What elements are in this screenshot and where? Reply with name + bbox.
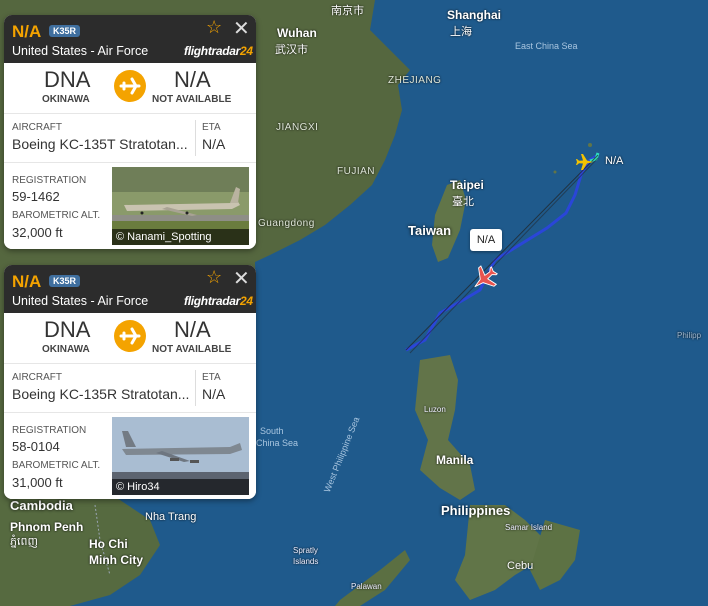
eta-value: N/A xyxy=(202,386,226,402)
eta-label: ETA xyxy=(202,372,221,383)
aircraft-eta-section: AIRCRAFT Boeing KC-135T Stratotan... ETA… xyxy=(4,114,256,163)
city-label-wuhan-zh: 武汉市 xyxy=(275,44,308,56)
photo-credit: © Hiro34 xyxy=(112,479,249,495)
city-label-hochiminh-1: Ho Chi xyxy=(89,537,128,551)
city-label-shanghai: Shanghai xyxy=(447,8,502,22)
callsign: N/A xyxy=(12,272,42,291)
star-outline-icon[interactable]: ☆ xyxy=(206,17,222,38)
destination-name: NOT AVAILABLE xyxy=(152,344,232,355)
aircraft-photo[interactable]: © Nanami_Spotting xyxy=(112,167,249,245)
type-code-badge: K35R xyxy=(49,25,81,37)
eta-label: ETA xyxy=(202,122,221,133)
registration-section: REGISTRATION 58-0104 BAROMETRIC ALT. 31,… xyxy=(4,413,256,499)
registration-section: REGISTRATION 59-1462 BAROMETRIC ALT. 32,… xyxy=(4,163,256,249)
aircraft-label-ne[interactable]: N/A xyxy=(605,155,623,167)
eta-value: N/A xyxy=(202,136,226,152)
island-label-palawan: Palawan xyxy=(351,582,382,591)
province-label-jiangxi: JIANGXI xyxy=(276,122,319,133)
flightradar24-logo: flightradar24 xyxy=(184,44,253,58)
aircraft-eta-section: AIRCRAFT Boeing KC-135R Stratotan... ETA… xyxy=(4,364,256,413)
callsign: N/A xyxy=(12,22,42,41)
route-section: DNA OKINAWA N/A NOT AVAILABLE xyxy=(4,63,256,114)
registration-label: REGISTRATION xyxy=(12,175,87,186)
island-label-samar: Samar Island xyxy=(505,523,553,532)
airplane-icon xyxy=(114,70,146,102)
origin-code: DNA xyxy=(44,317,91,342)
city-label-nanjing: 南京市 xyxy=(331,5,364,17)
flight-card-1[interactable]: N/A K35R United States - Air Force ☆ ✕ f… xyxy=(4,15,256,249)
altitude-label: BAROMETRIC ALT. xyxy=(12,460,101,471)
flight-card-2[interactable]: N/A K35R United States - Air Force ☆ ✕ f… xyxy=(4,265,256,499)
aircraft-value: Boeing KC-135T Stratotan... xyxy=(12,136,188,152)
province-label-fujian: FUJIAN xyxy=(337,166,375,177)
registration-value: 58-0104 xyxy=(12,439,60,454)
operator-name: United States - Air Force xyxy=(12,44,149,58)
country-label-taiwan: Taiwan xyxy=(408,223,452,238)
type-code-badge: K35R xyxy=(49,275,81,287)
registration-label: REGISTRATION xyxy=(12,425,87,436)
city-label-taipei: Taipei xyxy=(450,178,484,192)
city-label-phnompenh: Phnom Penh xyxy=(10,520,84,534)
sea-label-east-china: East China Sea xyxy=(515,41,578,51)
city-label-nhatrang: Nha Trang xyxy=(145,511,197,523)
city-label-cebu: Cebu xyxy=(507,560,534,572)
island-label-spratly-1: Spratly xyxy=(293,546,318,555)
star-outline-icon[interactable]: ☆ xyxy=(206,267,222,288)
route-section: DNA OKINAWA N/A NOT AVAILABLE xyxy=(4,313,256,364)
origin-name: OKINAWA xyxy=(42,94,90,105)
sea-label-south-china-2: China Sea xyxy=(256,438,299,448)
origin-code: DNA xyxy=(44,67,91,92)
destination-code: N/A xyxy=(174,317,211,342)
origin-name: OKINAWA xyxy=(42,344,90,355)
aircraft-label: AIRCRAFT xyxy=(12,372,62,383)
province-label-luzon: Luzon xyxy=(424,405,446,414)
aircraft-value: Boeing KC-135R Stratotan... xyxy=(12,386,190,402)
altitude-value: 32,000 ft xyxy=(12,225,63,240)
sea-label-south-china-1: South xyxy=(260,426,284,436)
city-label-taipei-zh: 臺北 xyxy=(452,196,474,208)
photo-credit: © Nanami_Spotting xyxy=(112,229,249,245)
province-label-zhejiang: ZHEJIANG xyxy=(388,75,442,86)
close-x-icon[interactable]: ✕ xyxy=(233,16,250,41)
card-header: N/A K35R United States - Air Force ☆ ✕ f… xyxy=(4,15,256,63)
airplane-icon xyxy=(114,320,146,352)
province-label-guangdong: Guangdong xyxy=(258,218,315,229)
altitude-value: 31,000 ft xyxy=(12,475,63,490)
country-label-cambodia: Cambodia xyxy=(10,498,73,513)
island-label-spratly-2: Islands xyxy=(293,557,319,566)
city-label-phnompenh-km: ភ្នំពេញ xyxy=(10,536,38,548)
country-label-philippines: Philippines xyxy=(441,503,511,518)
flightradar24-logo: flightradar24 xyxy=(184,294,253,308)
aircraft-photo[interactable]: © Hiro34 xyxy=(112,417,249,495)
selected-aircraft-tag[interactable]: N/A xyxy=(470,229,502,251)
destination-name: NOT AVAILABLE xyxy=(152,94,232,105)
aircraft-label: AIRCRAFT xyxy=(12,122,62,133)
operator-name: United States - Air Force xyxy=(12,294,149,308)
altitude-label: BAROMETRIC ALT. xyxy=(12,210,101,221)
destination-code: N/A xyxy=(174,67,211,92)
city-label-shanghai-zh: 上海 xyxy=(450,26,472,38)
city-label-wuhan: Wuhan xyxy=(277,26,317,40)
city-label-manila: Manila xyxy=(436,453,474,467)
registration-value: 59-1462 xyxy=(12,189,60,204)
close-x-icon[interactable]: ✕ xyxy=(233,266,250,291)
card-header: N/A K35R United States - Air Force ☆ ✕ f… xyxy=(4,265,256,313)
country-label-philippines-edge: Philipp xyxy=(677,331,702,340)
city-label-hochiminh-2: Minh City xyxy=(89,553,143,567)
